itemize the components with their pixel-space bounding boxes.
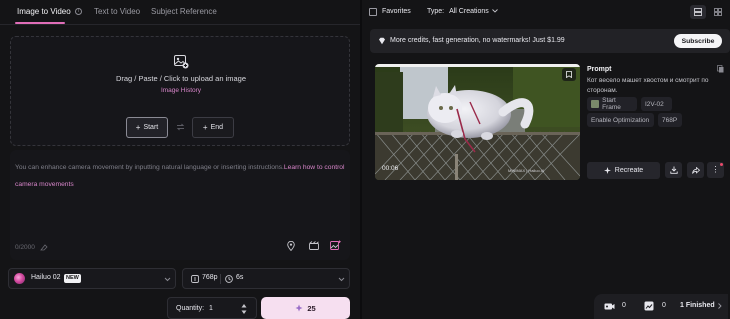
cat-video-frame xyxy=(375,64,580,180)
magic-image-icon[interactable] xyxy=(330,240,341,250)
promo-banner: More credits, fast generation, no waterm… xyxy=(370,29,730,53)
prompt-input[interactable]: You can enhance camera movement by input… xyxy=(10,150,350,260)
tab-subject-reference[interactable]: Subject Reference xyxy=(151,7,217,16)
tab-text-to-video[interactable]: Text to Video xyxy=(94,7,140,16)
generation-status-bar[interactable]: 0 0 1 Finished xyxy=(594,294,728,319)
character-counter: 0/2000 xyxy=(15,244,48,251)
download-button[interactable] xyxy=(665,162,682,178)
image-queue-icon xyxy=(644,301,654,311)
end-frame-button[interactable]: + End xyxy=(192,117,234,138)
resolution-value: 768p xyxy=(202,274,218,281)
sparkle-icon xyxy=(603,167,611,174)
recreate-button[interactable]: Recreate xyxy=(587,162,660,179)
generate-cost: 25 xyxy=(307,303,316,313)
favorites-label: Favorites xyxy=(382,8,411,15)
type-filter[interactable]: Type: All Creations xyxy=(427,8,498,15)
chevron-down-icon xyxy=(338,277,345,282)
notification-dot xyxy=(720,163,723,166)
list-view-button[interactable] xyxy=(690,5,706,19)
upload-instruction: Drag / Paste / Click to upload an image xyxy=(115,74,247,83)
queue-count-b: 0 xyxy=(662,302,666,309)
finished-count: 1 Finished xyxy=(680,302,715,309)
new-badge: NEW xyxy=(64,274,81,283)
prompt-placeholder: You can enhance camera movement by input… xyxy=(15,164,345,188)
diamond-icon xyxy=(379,37,385,45)
chevron-down-icon xyxy=(164,277,171,282)
plus-icon: + xyxy=(135,123,141,132)
grid-view-icon[interactable] xyxy=(714,8,722,16)
chevron-right-icon xyxy=(718,303,722,309)
share-icon xyxy=(691,166,700,174)
generate-button[interactable]: 25 xyxy=(261,297,350,319)
camera-movement-icon[interactable] xyxy=(309,241,319,250)
start-frame-thumbnail xyxy=(591,100,600,108)
prompt-text: Кот весело машет хвостом и смотрит по ст… xyxy=(587,77,709,94)
model-tag: I2V-02 xyxy=(641,97,672,111)
start-frame-button[interactable]: + Start xyxy=(126,117,168,138)
clock-icon xyxy=(225,275,233,283)
settings-separator xyxy=(220,274,221,284)
prompt-title: Prompt xyxy=(587,66,612,73)
copy-icon[interactable] xyxy=(717,65,724,73)
clear-icon[interactable] xyxy=(39,244,48,251)
tab-image-to-video[interactable]: Image to Video i xyxy=(17,7,82,16)
video-queue-icon xyxy=(604,303,615,310)
queue-count-a: 0 xyxy=(622,302,626,309)
location-pin-icon[interactable] xyxy=(287,241,295,251)
quantity-label: Quantity: xyxy=(176,305,205,312)
credits-icon xyxy=(295,304,303,312)
bookmark-icon xyxy=(566,71,572,78)
start-frame-tag: Start Frame xyxy=(587,97,637,111)
chevron-down-icon xyxy=(491,9,498,13)
list-view-icon xyxy=(694,8,702,16)
watermark: MINIMAX | Hailuo AI xyxy=(508,168,545,173)
image-upload-icon xyxy=(174,55,189,69)
creations-panel: Favorites Type: All Creations More credi… xyxy=(362,0,730,319)
image-history-link[interactable]: Image History xyxy=(11,87,351,94)
image-upload-area[interactable]: Drag / Paste / Click to upload an image … xyxy=(10,36,350,146)
plus-icon: + xyxy=(202,123,208,132)
swap-icon[interactable] xyxy=(176,123,185,131)
optimization-tag: Enable Optimization xyxy=(587,113,654,127)
tabs-divider xyxy=(0,24,360,25)
more-options-button[interactable]: ⋮ xyxy=(707,162,724,178)
stepper-arrows-icon[interactable] xyxy=(241,303,247,315)
video-thumbnail[interactable]: 00:06 MINIMAX | Hailuo AI xyxy=(375,64,580,180)
model-selector[interactable]: Hailuo 02 NEW xyxy=(8,268,176,289)
quantity-value: 1 xyxy=(209,305,213,312)
favorites-checkbox[interactable] xyxy=(369,8,377,16)
promo-text: More credits, fast generation, no waterm… xyxy=(390,37,565,44)
download-icon xyxy=(669,166,678,174)
model-logo-icon xyxy=(14,273,25,284)
resolution-icon xyxy=(191,275,199,283)
resolution-tag: 768P xyxy=(658,113,682,127)
video-duration: 00:06 xyxy=(382,165,399,172)
bookmark-button[interactable] xyxy=(562,68,576,81)
subscribe-button[interactable]: Subscribe xyxy=(674,34,722,48)
quantity-stepper[interactable]: Quantity: 1 xyxy=(167,297,257,319)
duration-value: 6s xyxy=(236,274,244,281)
info-icon: i xyxy=(74,8,82,16)
share-button[interactable] xyxy=(687,162,704,178)
video-settings-selector[interactable]: 768p 6s xyxy=(182,268,350,289)
more-dots-icon: ⋮ xyxy=(711,165,720,174)
creation-panel: Image to Video i Text to Video Subject R… xyxy=(0,0,360,319)
model-name: Hailuo 02 xyxy=(31,274,61,281)
